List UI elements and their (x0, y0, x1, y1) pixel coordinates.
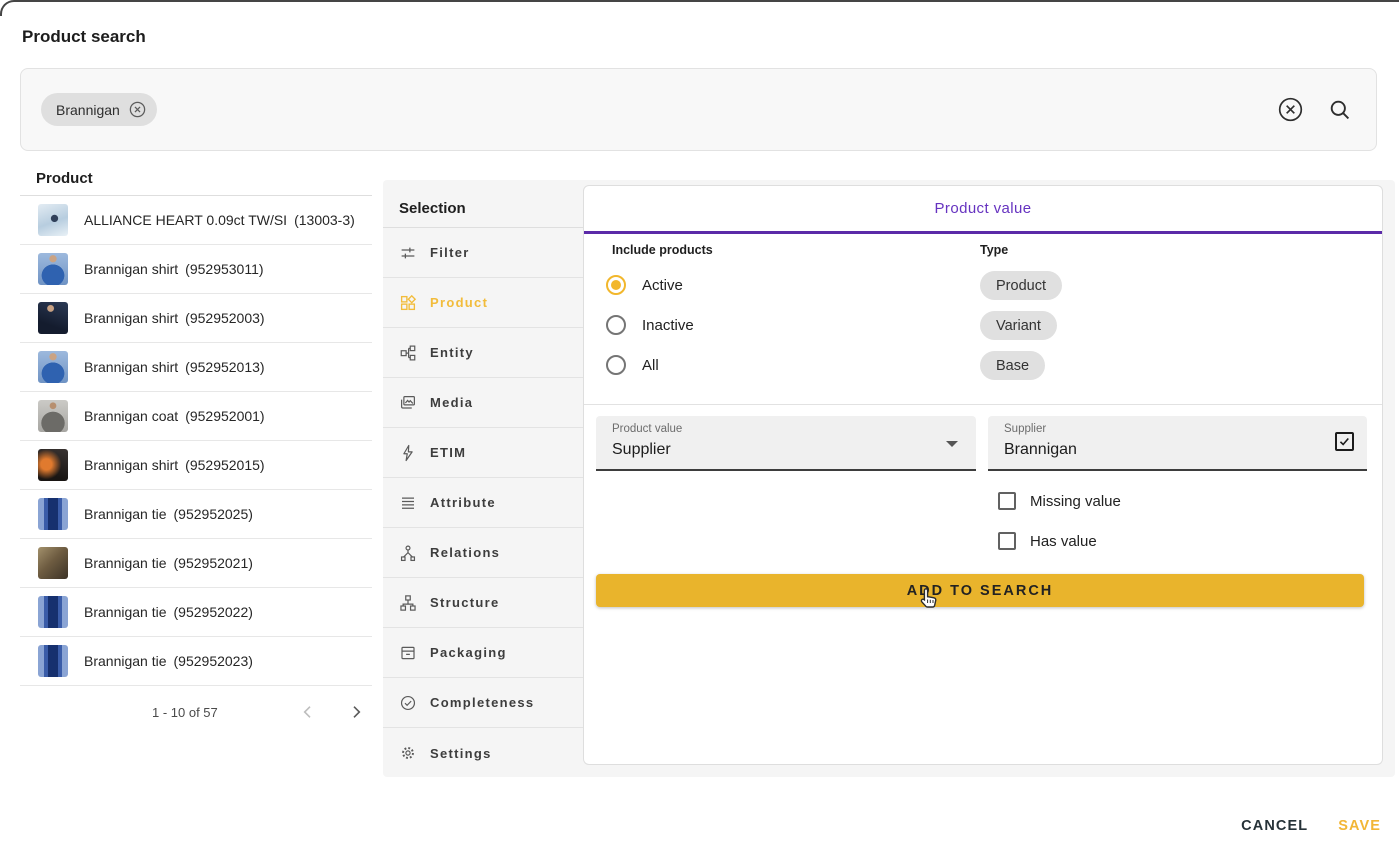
product-row[interactable]: Brannigan tie (952952021) (20, 539, 372, 588)
product-row[interactable]: Brannigan shirt (952952003) (20, 294, 372, 343)
type-chip-product[interactable]: Product (980, 271, 1062, 300)
selection-panel: Selection Filter Product (383, 180, 1395, 777)
remove-chip-icon[interactable] (128, 100, 147, 119)
radio-selected-icon (606, 275, 626, 295)
dialog-footer: CANCEL SAVE (1241, 818, 1381, 834)
has-value-checkbox[interactable]: Has value (998, 532, 1097, 550)
product-thumbnail (38, 449, 68, 481)
checkbox-unchecked-icon (998, 492, 1016, 510)
type-chip-variant[interactable]: Variant (980, 311, 1057, 340)
product-thumbnail (38, 253, 68, 285)
sitemap-icon (399, 594, 417, 612)
supplier-checkbox[interactable] (1335, 432, 1354, 451)
sidebar-item-entity[interactable]: Entity (383, 328, 583, 378)
cancel-button[interactable]: CANCEL (1241, 818, 1308, 834)
card-divider (584, 404, 1382, 405)
sidebar-item-etim[interactable]: ETIM (383, 428, 583, 478)
sidebar-item-attribute[interactable]: Attribute (383, 478, 583, 528)
product-row[interactable]: Brannigan tie (952952023) (20, 637, 372, 686)
product-row[interactable]: Brannigan tie (952952022) (20, 588, 372, 637)
search-chip-label: Brannigan (56, 102, 120, 118)
list-lines-icon (399, 494, 417, 512)
missing-value-checkbox[interactable]: Missing value (998, 492, 1121, 510)
pagination: 1 - 10 of 57 (20, 686, 372, 738)
product-row[interactable]: ALLIANCE HEART 0.09ct TW/SI (13003-3) (20, 196, 372, 245)
product-row[interactable]: Brannigan coat (952952001) (20, 392, 372, 441)
radio-unselected-icon (606, 355, 626, 375)
check-circle-icon (399, 694, 417, 712)
product-thumbnail (38, 351, 68, 383)
radio-unselected-icon (606, 315, 626, 335)
media-icon (399, 394, 417, 412)
caret-down-icon (946, 441, 958, 447)
selection-header: Selection (383, 180, 583, 228)
product-row[interactable]: Brannigan shirt (952952015) (20, 441, 372, 490)
sidebar-item-relations[interactable]: Relations (383, 528, 583, 578)
product-thumbnail (38, 498, 68, 530)
product-value-select[interactable]: Product value Supplier (596, 416, 976, 471)
sidebar-item-completeness[interactable]: Completeness (383, 678, 583, 728)
next-page-icon[interactable] (348, 704, 364, 720)
search-icon[interactable] (1328, 98, 1352, 122)
sidebar-item-structure[interactable]: Structure (383, 578, 583, 628)
sidebar-item-product[interactable]: Product (383, 278, 583, 328)
product-thumbnail (38, 400, 68, 432)
radio-active[interactable]: Active (606, 275, 683, 295)
type-label: Type (980, 243, 1008, 257)
checkbox-unchecked-icon (998, 532, 1016, 550)
product-results-list: Product ALLIANCE HEART 0.09ct TW/SI (130… (20, 168, 372, 738)
product-row[interactable]: Brannigan shirt (952953011) (20, 245, 372, 294)
product-thumbnail (38, 302, 68, 334)
box-icon (399, 644, 417, 662)
product-thumbnail (38, 645, 68, 677)
selection-menu: Selection Filter Product (383, 180, 583, 778)
hub-icon (399, 544, 417, 562)
tab-product-value[interactable]: Product value (584, 186, 1382, 234)
type-chip-base[interactable]: Base (980, 351, 1045, 380)
product-thumbnail (38, 547, 68, 579)
radio-all[interactable]: All (606, 355, 659, 375)
search-term-chip[interactable]: Brannigan (41, 93, 157, 126)
sidebar-item-media[interactable]: Media (383, 378, 583, 428)
product-value-card: Product value Include products Type Acti… (583, 185, 1383, 765)
lightning-icon (399, 444, 417, 462)
add-to-search-button[interactable]: ADD TO SEARCH (596, 574, 1364, 607)
entity-tree-icon (399, 344, 417, 362)
include-products-label: Include products (612, 243, 713, 257)
page-title: Product search (22, 27, 146, 47)
search-input[interactable]: Brannigan (20, 68, 1377, 151)
product-column-header: Product (20, 168, 372, 196)
filter-icon (399, 244, 417, 262)
product-thumbnail (38, 204, 68, 236)
widgets-icon (399, 294, 417, 312)
product-thumbnail (38, 596, 68, 628)
gear-icon (399, 744, 417, 762)
clear-search-icon[interactable] (1277, 96, 1304, 123)
radio-inactive[interactable]: Inactive (606, 315, 694, 335)
sidebar-item-packaging[interactable]: Packaging (383, 628, 583, 678)
pagination-range: 1 - 10 of 57 (152, 705, 218, 720)
prev-page-icon[interactable] (300, 704, 316, 720)
product-row[interactable]: Brannigan tie (952952025) (20, 490, 372, 539)
supplier-field[interactable]: Supplier Brannigan (988, 416, 1367, 471)
save-button[interactable]: SAVE (1338, 818, 1381, 834)
product-row[interactable]: Brannigan shirt (952952013) (20, 343, 372, 392)
sidebar-item-filter[interactable]: Filter (383, 228, 583, 278)
window-top-edge (0, 0, 1399, 16)
sidebar-item-settings[interactable]: Settings (383, 728, 583, 778)
